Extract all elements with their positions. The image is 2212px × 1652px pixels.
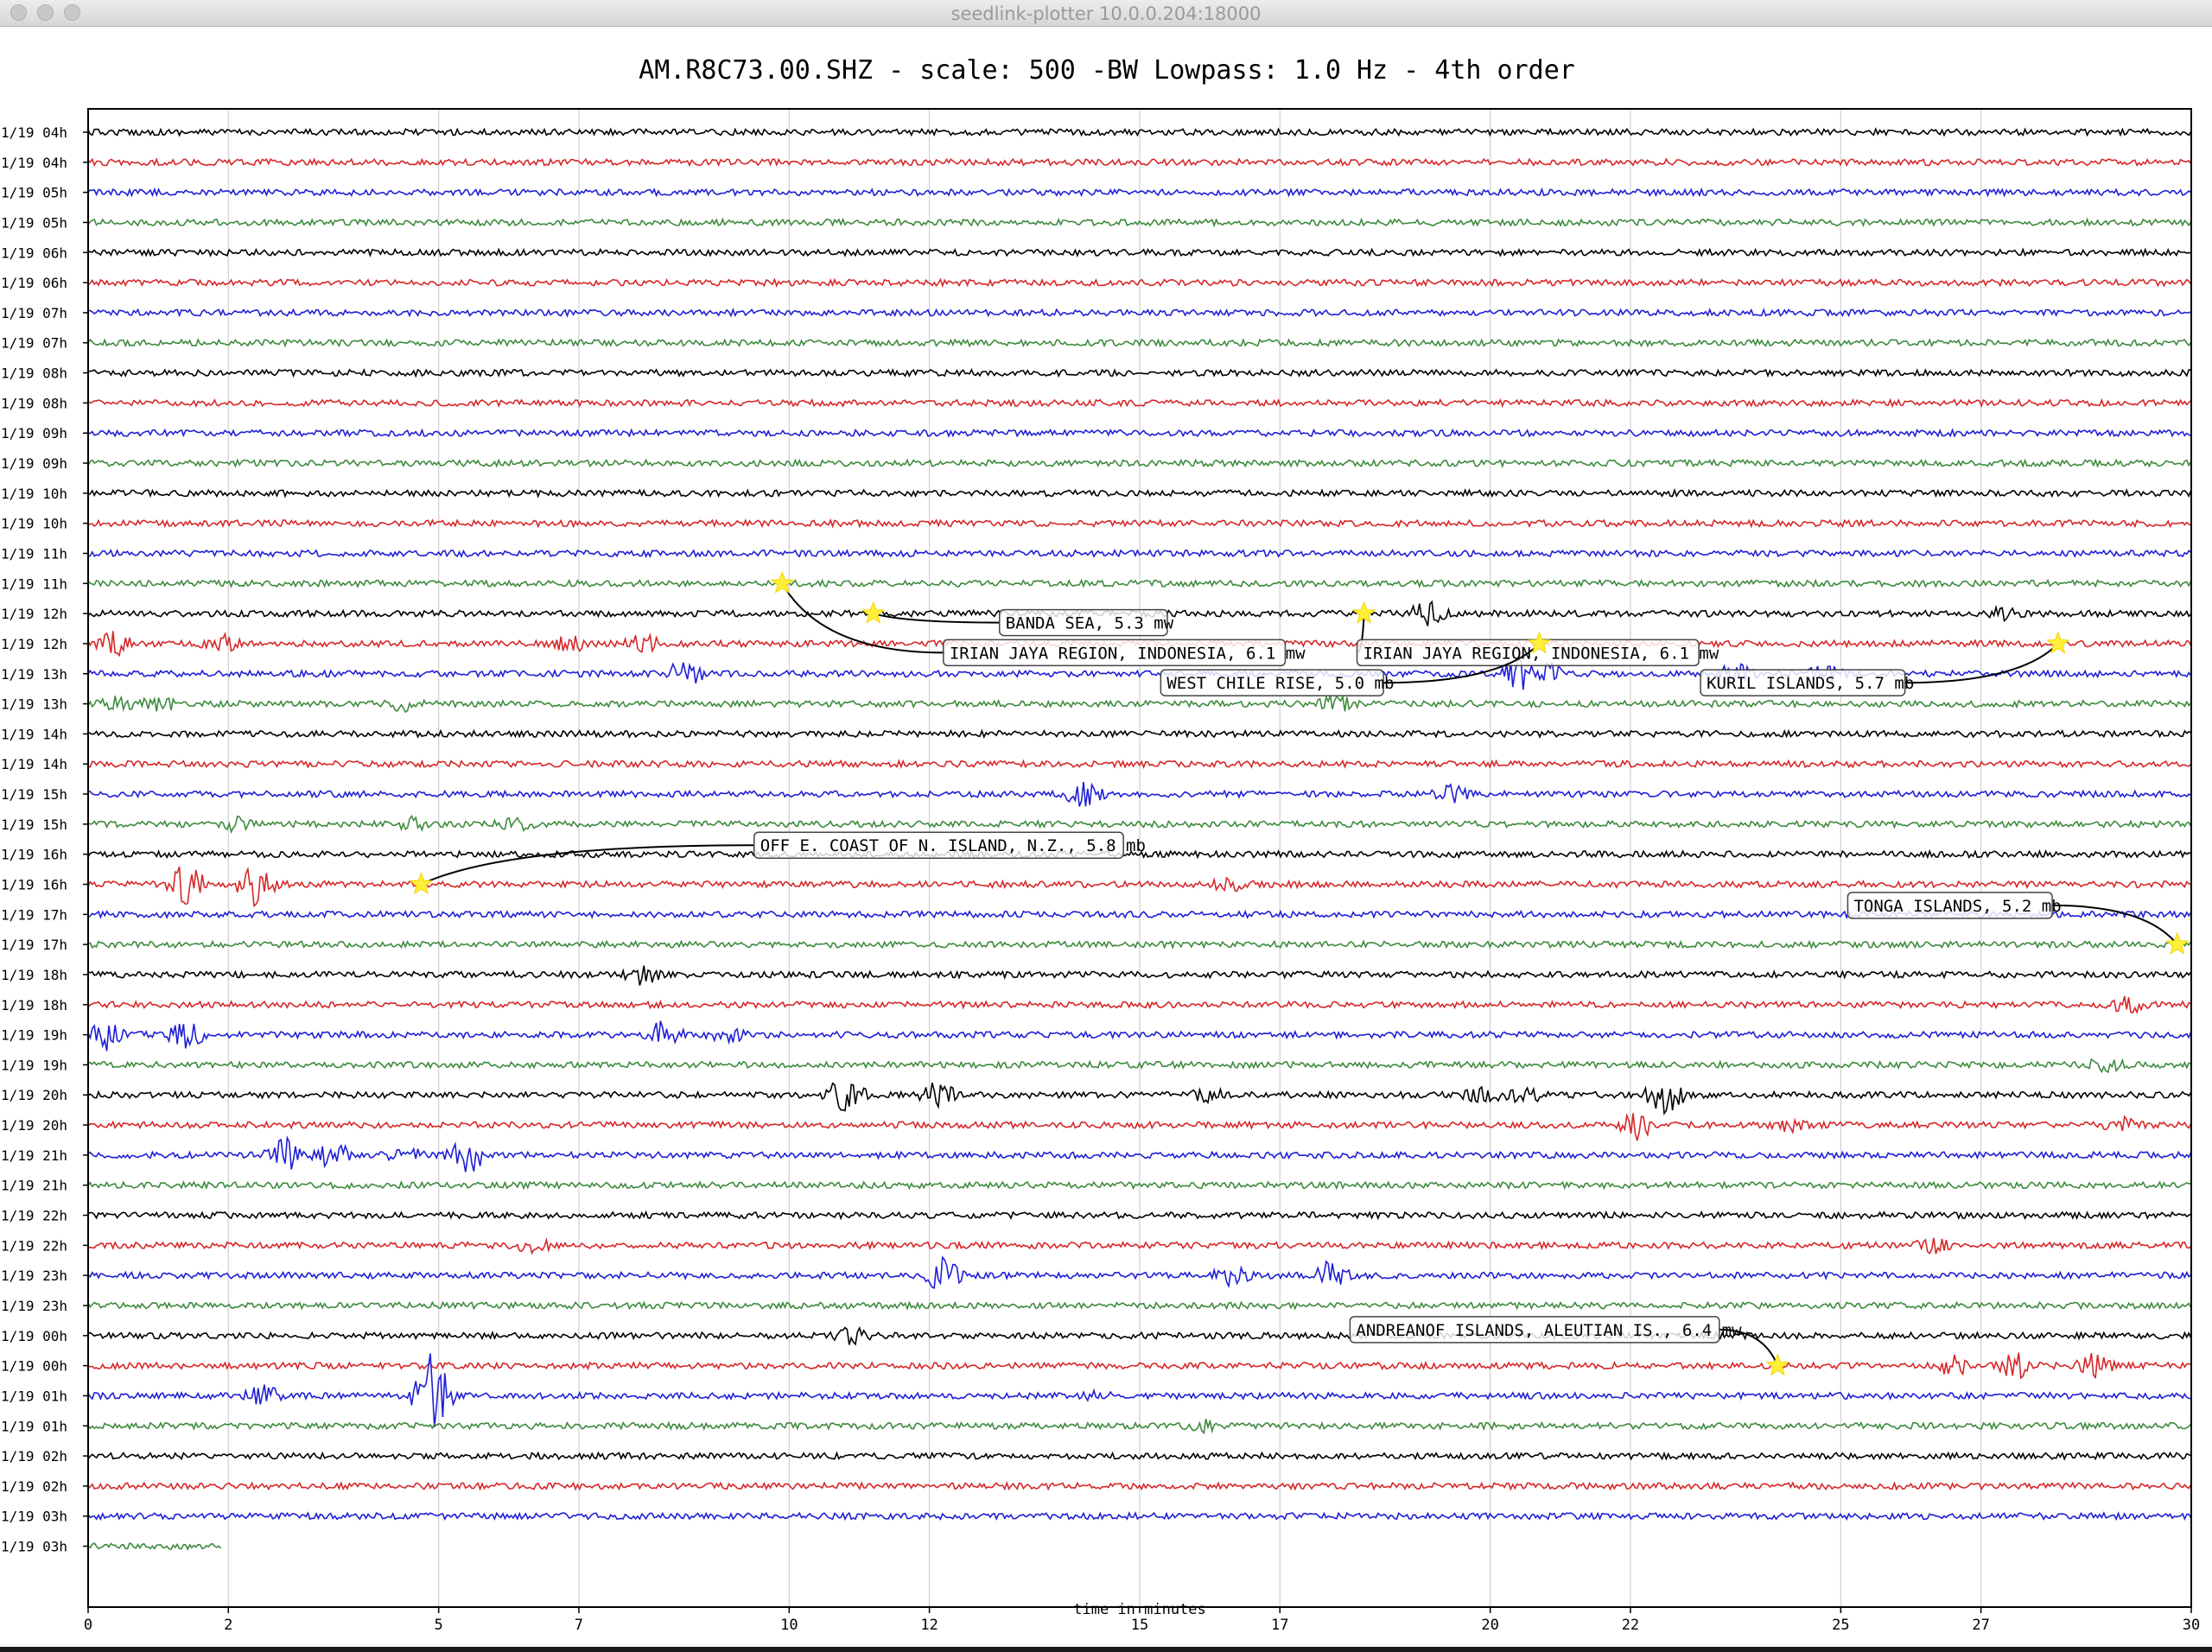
- row-label: 1/19 18h: [1, 967, 67, 983]
- row-label: 1/19 02h: [1, 1448, 67, 1465]
- row-label: 1/19 22h: [1, 1237, 67, 1254]
- chart-title: AM.R8C73.00.SHZ - scale: 500 -BW Lowpass…: [639, 55, 1575, 86]
- row-label: 1/19 08h: [1, 395, 67, 411]
- x-tick-label: 5: [435, 1617, 443, 1634]
- x-tick-label: 0: [84, 1617, 92, 1634]
- event-star-icon: [1765, 1353, 1790, 1376]
- row-label: 1/19 10h: [1, 516, 67, 532]
- x-tick-label: 7: [575, 1617, 583, 1634]
- x-tick-label: 12: [920, 1617, 938, 1634]
- row-label: 1/19 12h: [1, 636, 67, 652]
- event-label: BANDA SEA, 5.3 mw: [1006, 614, 1174, 633]
- row-label: 1/19 06h: [1, 245, 67, 261]
- row-label: 1/19 20h: [1, 1087, 67, 1103]
- event-annotation: BANDA SEA, 5.3 mw: [861, 600, 1174, 637]
- row-label: 1/19 19h: [1, 1027, 67, 1044]
- row-label: 1/19 04h: [1, 155, 67, 171]
- row-label: 1/19 21h: [1, 1147, 67, 1164]
- row-label: 1/19 16h: [1, 847, 67, 863]
- window-titlebar: seedlink-plotter 10.0.0.204:18000: [0, 0, 2212, 27]
- row-label: 1/19 13h: [1, 666, 67, 683]
- row-label: 1/19 19h: [1, 1057, 67, 1073]
- row-label: 1/19 23h: [1, 1298, 67, 1314]
- event-label: TONGA ISLANDS, 5.2 mb: [1853, 897, 2061, 916]
- event-label: WEST CHILE RISE, 5.0 mb: [1166, 674, 1394, 693]
- row-label: 1/19 10h: [1, 486, 67, 502]
- event-annotation: KURIL ISLANDS, 5.7 mb: [1700, 631, 2070, 696]
- event-connector: [420, 844, 754, 886]
- row-label: 1/19 03h: [1, 1539, 67, 1555]
- event-star-icon: [409, 872, 434, 895]
- row-label: 1/19 16h: [1, 877, 67, 893]
- x-tick-label: 27: [1972, 1617, 1989, 1634]
- row-label: 1/19 15h: [1, 786, 67, 803]
- window-title: seedlink-plotter 10.0.0.204:18000: [950, 3, 1262, 24]
- event-label: OFF E. COAST OF N. ISLAND, N.Z., 5.8 mb: [760, 836, 1146, 855]
- x-axis-label: time in minutes: [1073, 1601, 1206, 1618]
- row-label: 1/19 01h: [1, 1418, 67, 1434]
- x-tick-label: 10: [780, 1617, 798, 1634]
- row-label: 1/19 01h: [1, 1388, 67, 1404]
- row-label: 1/19 07h: [1, 305, 67, 321]
- row-label: 1/19 22h: [1, 1208, 67, 1224]
- row-label: 1/19 11h: [1, 575, 67, 592]
- x-tick-label: 22: [1622, 1617, 1639, 1634]
- event-connector: [1904, 643, 2059, 684]
- row-label: 1/19 15h: [1, 816, 67, 833]
- row-label: 1/19 17h: [1, 906, 67, 923]
- row-label: 1/19 00h: [1, 1328, 67, 1344]
- x-tick-label: 25: [1832, 1617, 1849, 1634]
- event-connector: [2052, 904, 2178, 945]
- x-tick-label: 15: [1131, 1617, 1148, 1634]
- row-label: 1/19 05h: [1, 185, 67, 201]
- event-label: ANDREANOF ISLANDS, ALEUTIAN IS., 6.4 mw: [1356, 1321, 1742, 1340]
- row-label: 1/19 06h: [1, 275, 67, 291]
- row-labels: 1/19 04h 1/19 04h 1/19 05h 1/19 05h 1/19 06h…: [1, 124, 88, 1555]
- row-label: 1/19 11h: [1, 545, 67, 562]
- row-label: 1/19 07h: [1, 335, 67, 352]
- event-label: IRIAN JAYA REGION, INDONESIA, 6.1 mw: [950, 644, 1306, 663]
- row-label: 1/19 09h: [1, 425, 67, 442]
- row-label: 1/19 03h: [1, 1509, 67, 1525]
- row-label: 1/19 20h: [1, 1117, 67, 1134]
- x-tick-label: 2: [224, 1617, 232, 1634]
- row-label: 1/19 12h: [1, 606, 67, 622]
- row-label: 1/19 04h: [1, 124, 67, 141]
- grid-lines: [87, 109, 2192, 1607]
- row-label: 1/19 05h: [1, 214, 67, 231]
- x-tick-label: 17: [1271, 1617, 1288, 1634]
- row-label: 1/19 02h: [1, 1478, 67, 1495]
- row-label: 1/19 14h: [1, 756, 67, 772]
- row-label: 1/19 09h: [1, 455, 67, 472]
- seismogram-plot: AM.R8C73.00.SHZ - scale: 500 -BW Lowpass…: [1, 55, 2200, 1634]
- row-label: 1/19 00h: [1, 1358, 67, 1375]
- row-label: 1/19 23h: [1, 1268, 67, 1284]
- row-label: 1/19 17h: [1, 937, 67, 953]
- row-label: 1/19 08h: [1, 365, 67, 382]
- event-label: KURIL ISLANDS, 5.7 mb: [1707, 674, 1914, 693]
- trace-row: [87, 1541, 222, 1551]
- row-label: 1/19 21h: [1, 1178, 67, 1194]
- x-tick-label: 30: [2183, 1617, 2200, 1634]
- row-label: 1/19 14h: [1, 726, 67, 742]
- row-label: 1/19 18h: [1, 997, 67, 1013]
- x-tick-label: 20: [1481, 1617, 1498, 1634]
- event-star-icon: [861, 600, 886, 624]
- window-bottom-edge: [0, 1647, 2212, 1652]
- row-label: 1/19 13h: [1, 696, 67, 713]
